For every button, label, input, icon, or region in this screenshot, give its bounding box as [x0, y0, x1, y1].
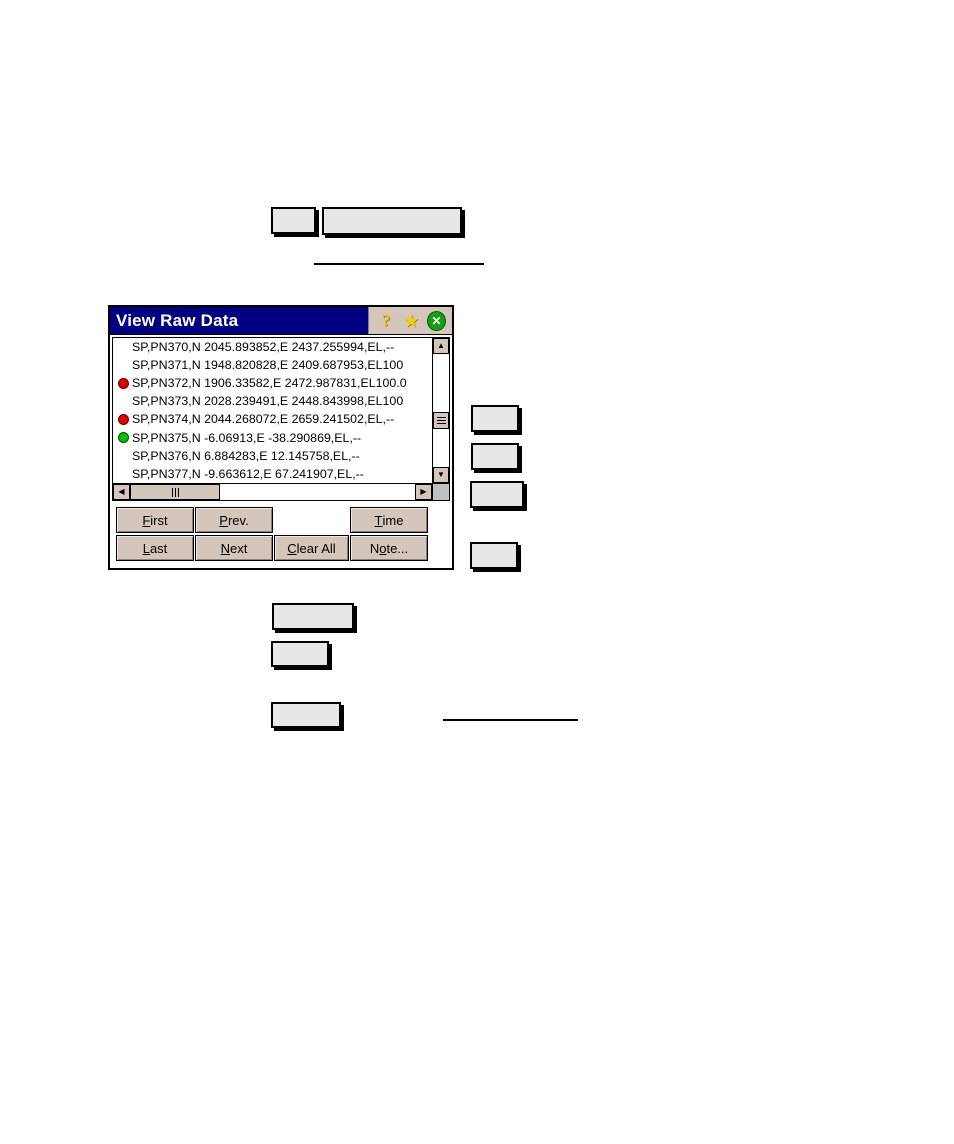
raw-data-row-text: SP,PN377,N -9.663612,E 67.241907,EL,--	[132, 466, 364, 481]
red-marker-icon	[118, 413, 129, 425]
raw-data-row[interactable]: SP,PN374,N 2044.268072,E 2659.241502,EL,…	[113, 410, 432, 428]
raw-data-row-text: SP,PN375,N -6.06913,E -38.290869,EL,--	[132, 430, 362, 445]
row-marker	[115, 432, 132, 444]
raw-data-row[interactable]: SP,PN370,N 2045.893852,E 2437.255994,EL,…	[113, 338, 432, 356]
placeholder-box-bottom-2	[271, 641, 329, 667]
raw-data-list[interactable]: SP,PN370,N 2045.893852,E 2437.255994,EL,…	[113, 338, 432, 483]
raw-data-row-text: SP,PN374,N 2044.268072,E 2659.241502,EL,…	[132, 412, 395, 427]
red-marker-icon	[118, 377, 129, 389]
placeholder-box-right-4	[470, 542, 518, 569]
horizontal-scroll-thumb[interactable]	[130, 484, 220, 500]
clear-all-button[interactable]: Clear All	[274, 535, 349, 561]
placeholder-box-bottom-3	[271, 702, 341, 728]
raw-data-row-text: SP,PN372,N 1906.33582,E 2472.987831,EL10…	[132, 376, 407, 391]
close-button[interactable]: ✕	[427, 310, 446, 331]
row-marker	[115, 413, 132, 425]
prev-button[interactable]: Prev.	[195, 507, 273, 533]
row-marker	[115, 377, 132, 389]
time-button[interactable]: Time	[350, 507, 428, 533]
vertical-scroll-track[interactable]	[433, 354, 449, 467]
vertical-scrollbar[interactable]: ▲ ▼	[432, 338, 449, 483]
window-titlebar: View Raw Data ? ★ ✕	[110, 307, 452, 335]
raw-data-row-text: SP,PN373,N 2028.239491,E 2448.843998,EL1…	[132, 394, 404, 409]
placeholder-box-right-1	[471, 405, 519, 432]
star-icon[interactable]: ★	[402, 311, 421, 330]
raw-data-row-text: SP,PN371,N 1948.820828,E 2409.687953,EL1…	[132, 358, 404, 373]
horizontal-scrollbar[interactable]: ◀ ▶	[113, 483, 449, 500]
scrollbar-corner	[432, 484, 449, 500]
window-title: View Raw Data	[116, 310, 239, 330]
last-button[interactable]: Last	[116, 535, 194, 561]
horizontal-rule-bottom	[443, 719, 578, 721]
vertical-scroll-thumb[interactable]	[433, 412, 449, 429]
titlebar-icon-group: ? ★ ✕	[368, 307, 452, 334]
raw-data-row[interactable]: SP,PN377,N -9.663612,E 67.241907,EL,--	[113, 465, 432, 483]
help-icon[interactable]: ?	[377, 311, 396, 330]
raw-data-list-area: SP,PN370,N 2045.893852,E 2437.255994,EL,…	[112, 337, 450, 501]
horizontal-scroll-track[interactable]	[130, 484, 415, 500]
note-button[interactable]: No te...	[350, 535, 428, 561]
green-marker-icon	[118, 432, 129, 444]
horizontal-rule-top	[314, 263, 484, 265]
scroll-right-icon[interactable]: ▶	[415, 484, 432, 500]
placeholder-box-right-3	[470, 481, 524, 508]
raw-data-row[interactable]: SP,PN375,N -6.06913,E -38.290869,EL,--	[113, 428, 432, 446]
scroll-left-icon[interactable]: ◀	[113, 484, 130, 500]
raw-data-row-text: SP,PN370,N 2045.893852,E 2437.255994,EL,…	[132, 340, 395, 355]
placeholder-box-top-small	[271, 207, 316, 234]
raw-data-row[interactable]: SP,PN372,N 1906.33582,E 2472.987831,EL10…	[113, 374, 432, 392]
view-raw-data-window: View Raw Data ? ★ ✕ SP,PN370,N 2045.8938…	[108, 305, 454, 570]
placeholder-box-right-2	[471, 443, 519, 470]
placeholder-box-bottom-1	[272, 603, 354, 630]
raw-data-row[interactable]: SP,PN371,N 1948.820828,E 2409.687953,EL1…	[113, 356, 432, 374]
scroll-down-icon[interactable]: ▼	[433, 467, 449, 483]
scroll-up-icon[interactable]: ▲	[433, 338, 449, 354]
next-button[interactable]: Next	[195, 535, 273, 561]
dialog-button-pane: First Prev. Time Last Next Clear All Not…	[110, 501, 452, 568]
raw-data-row-text: SP,PN376,N 6.884283,E 12.145758,EL,--	[132, 448, 360, 463]
close-icon: ✕	[427, 310, 446, 331]
raw-data-row[interactable]: SP,PN373,N 2028.239491,E 2448.843998,EL1…	[113, 392, 432, 410]
placeholder-box-top-wide	[322, 207, 462, 235]
first-button[interactable]: First	[116, 507, 194, 533]
raw-data-row[interactable]: SP,PN376,N 6.884283,E 12.145758,EL,--	[113, 447, 432, 465]
